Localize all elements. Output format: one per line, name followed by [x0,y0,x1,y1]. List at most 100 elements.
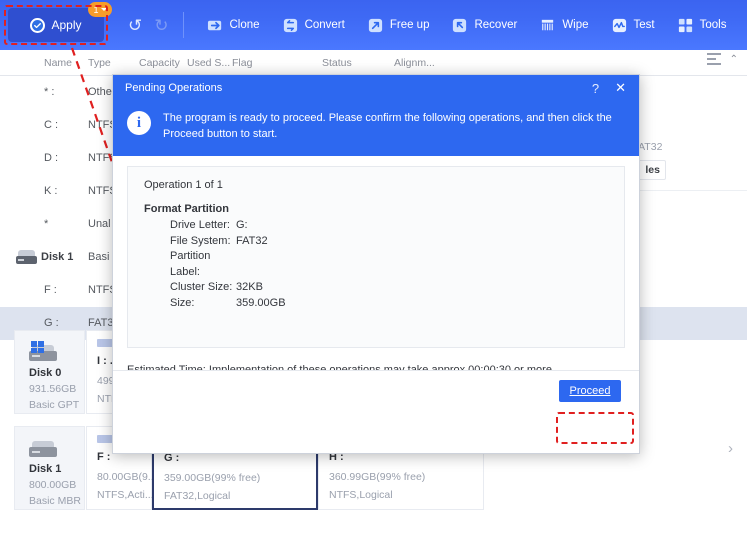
apply-button-label: Apply [51,18,82,32]
column-header-alignment[interactable]: Alignm... [394,57,435,69]
detail-value: 32KB [236,281,263,294]
detail-row: File System: FAT32 [144,234,608,250]
disk-capacity: 931.56GB [29,383,77,395]
row-name: F : [44,284,57,296]
partition-size: 359.00GB(99% free) [164,472,261,484]
pending-count-badge[interactable]: 1 [88,2,112,17]
column-chooser-icon[interactable] [706,53,721,65]
next-page-chevron-icon[interactable]: › [728,440,733,457]
column-header-capacity[interactable]: Capacity [139,57,180,69]
detail-key: File System: [170,234,231,247]
proceed-button-wrapper: Proceed [559,380,621,402]
detail-value: G: [236,219,248,231]
undo-icon[interactable]: ↺ [128,17,142,34]
main-toolbar: Apply 1 ↺ ↻ Clone Convert Free up Recove… [0,0,747,50]
dialog-body: Operation 1 of 1 Format Partition Drive … [113,156,639,416]
pending-operations-dialog: Pending Operations ? ✕ i The program is … [112,74,640,454]
disk-capacity: 800.00GB [29,479,77,491]
partition-table-header: Name Type Capacity Used S... Flag Status… [0,50,747,76]
toolbar-item-label: Tools [699,19,727,31]
row-name: * [44,218,49,230]
column-header-flag[interactable]: Flag [232,57,252,69]
table-header-tools: ⌃ [706,53,738,65]
dialog-title-bar: Pending Operations ? ✕ [113,75,639,101]
toolbar-divider [182,12,184,38]
detail-key: Drive Letter: [170,219,230,231]
detail-key: Cluster Size: [170,281,233,294]
partition-size: 80.00GB(9... [97,471,157,483]
check-circle-icon [30,17,46,33]
free-up-icon [367,17,384,34]
proceed-button-label: Proceed [569,385,611,397]
toolbar-item-recover[interactable]: Recover [440,5,528,45]
toolbar-item-tools[interactable]: Tools [666,5,738,45]
toolbar-item-label: Convert [304,19,345,31]
row-name: C : [44,119,59,131]
partition-name: F : [97,451,111,463]
operation-count: Operation 1 of 1 [144,179,223,191]
detail-key: Partition Label: [170,250,211,278]
partition-fs: NTFS,Logical [329,489,393,501]
toolbar-item-free-up[interactable]: Free up [356,5,441,45]
column-header-used[interactable]: Used S... [187,57,230,69]
detail-key: Size: [170,297,195,310]
test-icon [611,17,628,34]
wipe-icon [539,17,556,34]
disk-card-1[interactable]: Disk 1 800.00GB Basic MBR [14,426,85,510]
disk-icon [29,437,57,457]
row-name: Disk 1 [41,251,74,263]
row-name: G : [44,317,59,329]
info-icon: i [127,111,151,135]
operation-title: Format Partition [144,203,229,215]
toolbar-item-convert[interactable]: Convert [271,5,356,45]
detail-value: FAT32 [236,234,268,247]
toolbar-item-label: Free up [389,19,430,31]
badge-caret-icon [100,8,107,11]
dialog-message: The program is ready to proceed. Please … [163,112,612,140]
disk-name: Disk 1 [29,463,62,475]
pending-count-value: 1 [93,4,99,15]
operations-panel: Operation 1 of 1 Format Partition Drive … [127,166,625,348]
partition-fs: NTFS,Acti... [97,489,154,501]
collapse-chevron-icon[interactable]: ⌃ [730,54,738,65]
toolbar-item-clone[interactable]: Clone [196,5,271,45]
convert-icon [282,17,299,34]
toolbar-item-wipe[interactable]: Wipe [528,5,599,45]
redo-icon[interactable]: ↻ [154,17,168,34]
help-icon[interactable]: ? [583,81,608,96]
windows-disk-icon [29,341,57,361]
toolbar-item-test[interactable]: Test [600,5,666,45]
partition-size: 360.99GB(99% free) [329,471,426,483]
detail-row: Partition Label: [144,249,608,280]
partition-fs: FAT32,Logical [164,490,231,502]
toolbar-item-label: Test [633,19,655,31]
row-name: * : [44,86,55,98]
disk-scheme: Basic GPT [29,399,80,411]
row-type: Basi [88,251,110,263]
close-icon[interactable]: ✕ [608,80,633,96]
detail-row: Size: 359.00GB [144,296,608,312]
detail-row: Drive Letter: G: [144,218,608,234]
disk-name: Disk 0 [29,367,62,379]
dialog-footer: Proceed [113,370,639,416]
column-header-name[interactable]: Name [44,57,72,69]
column-header-type[interactable]: Type [88,57,111,69]
row-name: D : [44,152,59,164]
row-name: K : [44,185,58,197]
disk-icon [16,250,37,264]
toolbar-item-label: Wipe [562,19,589,31]
app-window: Apply 1 ↺ ↻ Clone Convert Free up Recove… [0,0,747,542]
clone-icon [207,17,224,34]
tools-icon [677,17,694,34]
row-type: Unal [88,218,111,230]
row-type: Othe [88,86,112,98]
properties-button-label: les [645,164,660,176]
dialog-title: Pending Operations [125,82,223,94]
toolbar-items: Clone Convert Free up Recover Wipe Test … [196,5,738,45]
disk-card-0[interactable]: Disk 0 931.56GB Basic GPT [14,330,85,414]
dialog-banner: i The program is ready to proceed. Pleas… [113,101,639,156]
row-type: FAT3 [88,317,114,329]
detail-value: 359.00GB [236,297,286,310]
proceed-button[interactable]: Proceed [559,380,621,402]
column-header-status[interactable]: Status [322,57,352,69]
